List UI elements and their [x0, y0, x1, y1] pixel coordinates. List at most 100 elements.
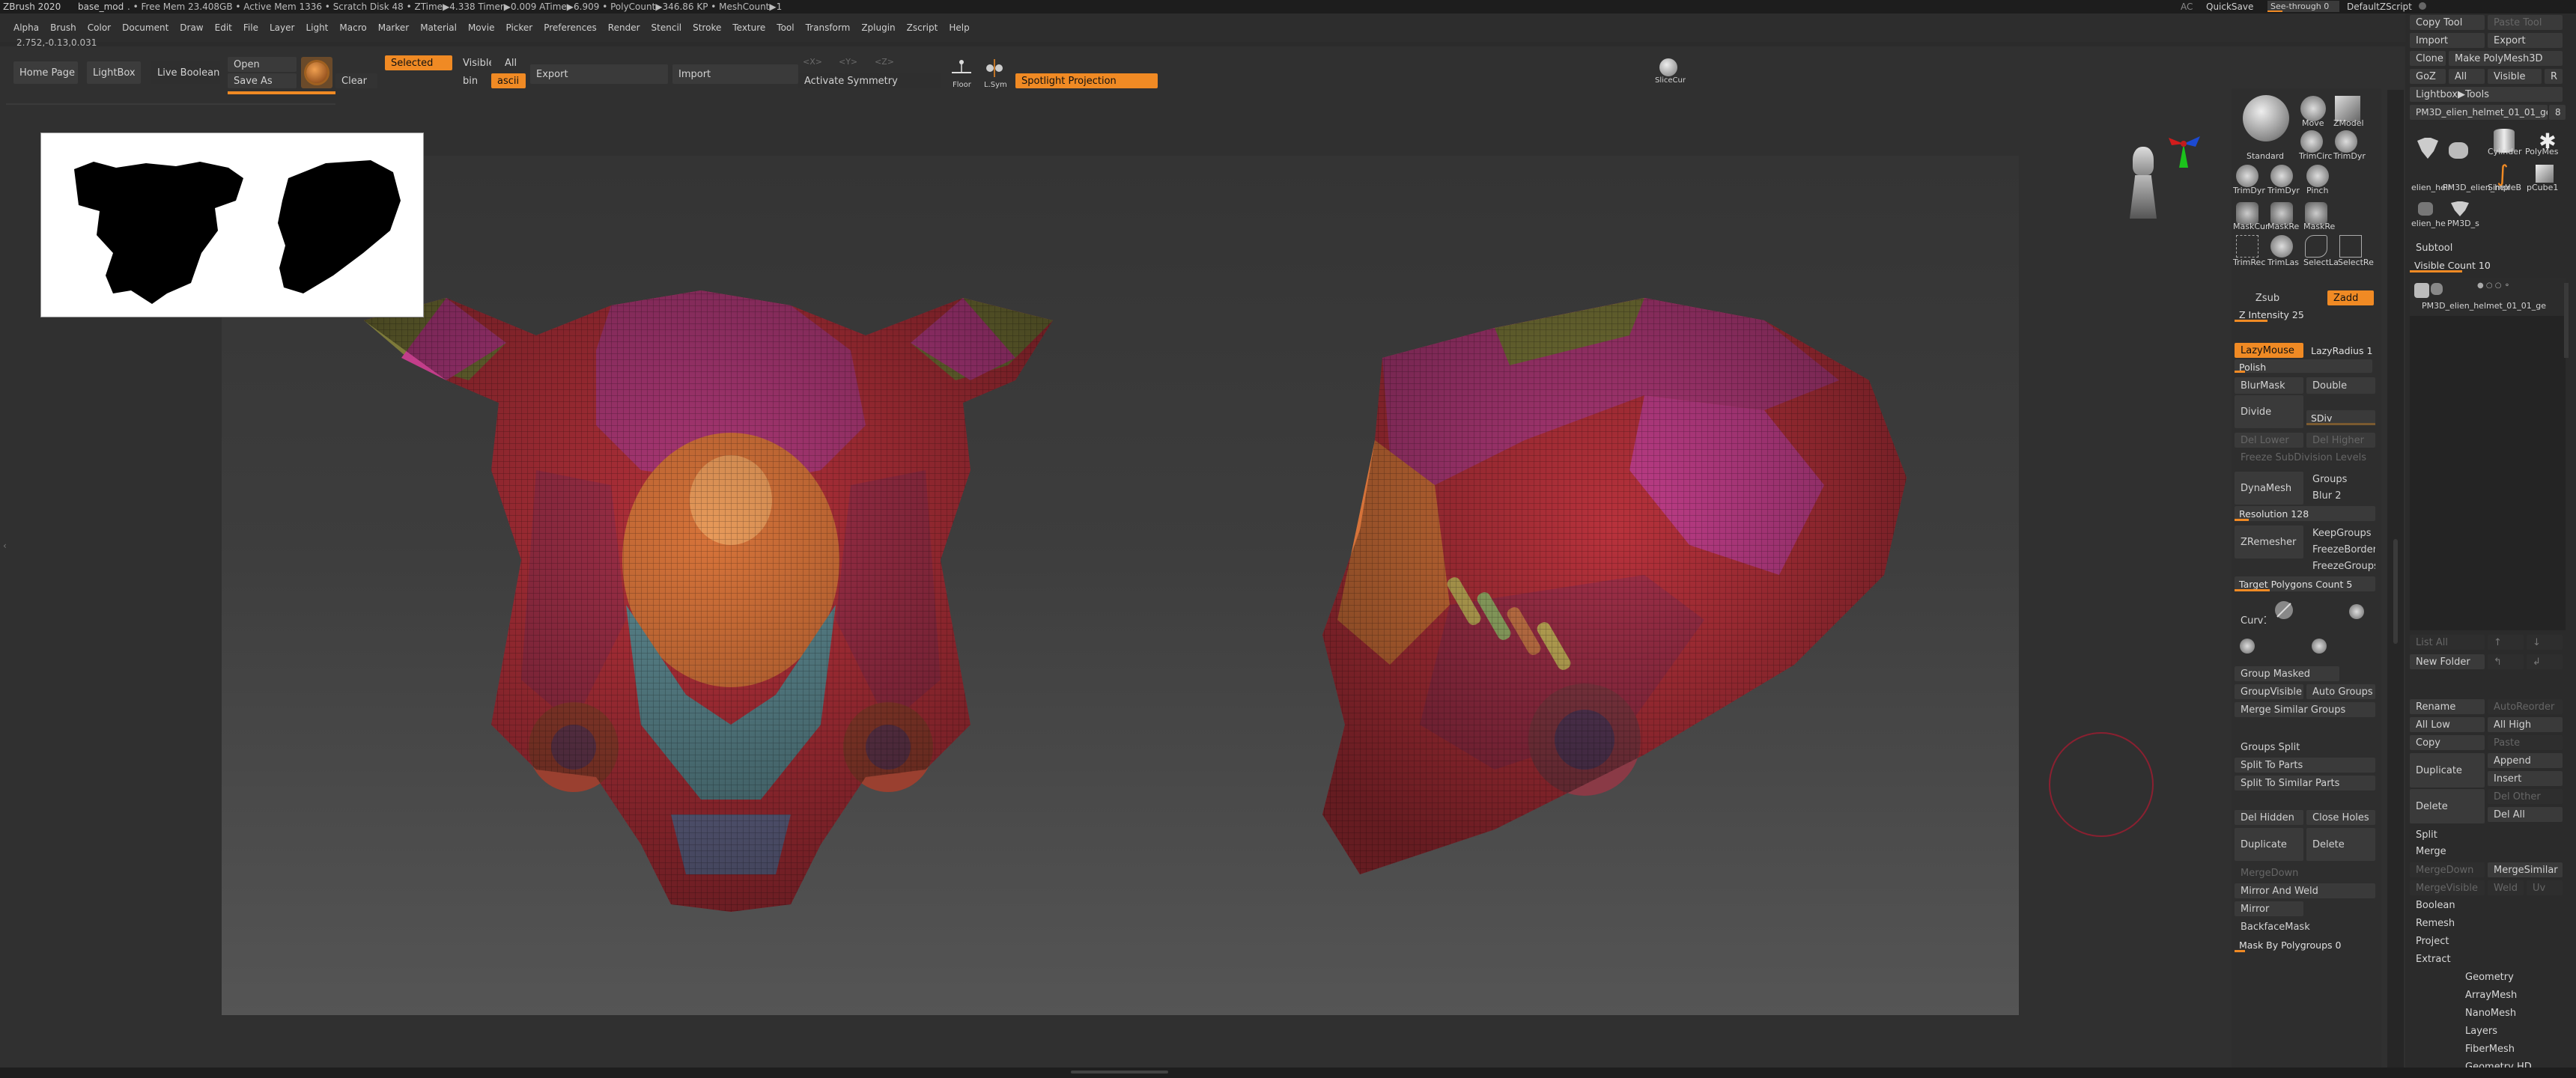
weld-toggle[interactable]: Weld [2488, 880, 2524, 895]
subtool-item[interactable]: ● ○ ○ ⚬ PM3D_elien_helmet_01_01_ge [2410, 278, 2566, 316]
selectlasso-brush-icon[interactable] [2305, 235, 2327, 258]
menu-item-stencil[interactable]: Stencil [651, 22, 682, 33]
curve-button[interactable]: Curv1 [2235, 605, 2266, 636]
all-toggle[interactable]: All [499, 55, 526, 70]
keepgroups-toggle[interactable]: KeepGroups [2306, 526, 2375, 540]
menu-item-movie[interactable]: Movie [468, 22, 495, 33]
mask-by-polygroups-slider[interactable]: Mask By Polygroups 0 [2235, 937, 2375, 952]
duplicate-button[interactable]: Duplicate [2235, 828, 2303, 861]
visible-count-slider[interactable]: Visible Count 10 [2410, 258, 2563, 272]
arraymesh-section[interactable]: ArrayMesh [2465, 990, 2517, 1001]
trimlasso-brush-icon[interactable] [2270, 235, 2293, 258]
tray-scrollbar[interactable] [2387, 90, 2404, 1069]
mergesimilar-button[interactable]: MergeSimilar [2488, 862, 2563, 877]
menu-item-help[interactable]: Help [949, 22, 969, 33]
paste-subtool-button[interactable]: Paste [2488, 735, 2563, 750]
groupvisible-button[interactable]: GroupVisible [2235, 684, 2303, 699]
helmet-thumb-icon[interactable] [2413, 133, 2443, 163]
duplicate-subtool-button[interactable]: Duplicate [2410, 753, 2485, 788]
menu-item-light[interactable]: Light [306, 22, 328, 33]
del-lower-button[interactable]: Del Lower [2235, 433, 2303, 448]
sym-x-button[interactable]: <X> [803, 57, 822, 67]
subtool-list[interactable]: ● ○ ○ ⚬ PM3D_elien_helmet_01_01_ge [2410, 278, 2566, 630]
freezeborder-toggle[interactable]: FreezeBorder [2306, 542, 2375, 557]
save-as-button[interactable]: Save As [228, 73, 297, 88]
minimize-icon[interactable] [2419, 2, 2426, 10]
menu-item-preferences[interactable]: Preferences [544, 22, 597, 33]
import-button[interactable]: Import [672, 64, 798, 84]
freezegroups-toggle[interactable]: FreezeGroups [2306, 558, 2375, 573]
move-down-2-icon[interactable]: ↲ [2527, 654, 2563, 669]
trimdyn-brush-icon[interactable] [2335, 130, 2357, 153]
all-high-button[interactable]: All High [2488, 717, 2563, 732]
target-polygons-slider[interactable]: Target Polygons Count 5 [2235, 576, 2375, 591]
remesh-section[interactable]: Remesh [2416, 918, 2455, 929]
quicksave-button[interactable]: QuickSave [2206, 1, 2253, 12]
menu-item-zscript[interactable]: Zscript [907, 22, 938, 33]
double-button[interactable]: Double [2306, 377, 2375, 394]
make-polymesh3d-button[interactable]: Make PolyMesh3D [2449, 51, 2563, 66]
backfacemask-button[interactable]: BackfaceMask [2235, 919, 2339, 934]
menu-item-document[interactable]: Document [122, 22, 168, 33]
menu-item-alpha[interactable]: Alpha [13, 22, 39, 33]
trimcurve-brush-icon[interactable] [2300, 130, 2323, 153]
trimdyn2-brush-icon[interactable] [2236, 165, 2258, 187]
open-button[interactable]: Open [228, 57, 297, 72]
sym-z-button[interactable]: <Z> [875, 57, 894, 67]
trimrect-brush-icon[interactable] [2236, 235, 2258, 258]
menu-item-draw[interactable]: Draw [180, 22, 203, 33]
polish-slider[interactable]: Polish [2235, 359, 2372, 373]
dynamic-small-icon[interactable] [2306, 633, 2332, 659]
helmet-side-thumb-icon[interactable] [2446, 138, 2471, 163]
mirror-and-weld-button[interactable]: Mirror And Weld [2235, 883, 2375, 898]
move-up-icon[interactable]: ↑ [2488, 635, 2524, 650]
menu-item-macro[interactable]: Macro [339, 22, 366, 33]
navigation-head-icon[interactable] [2127, 147, 2157, 222]
live-boolean-button[interactable]: Live Boolean [151, 61, 220, 84]
merge-section[interactable]: Merge [2416, 846, 2446, 857]
dynamesh-button[interactable]: DynaMesh [2235, 472, 2303, 505]
lazymouse-button[interactable]: LazyMouse [2235, 343, 2303, 358]
standard-brush-icon[interactable] [2241, 93, 2291, 144]
menu-item-layer[interactable]: Layer [270, 22, 294, 33]
mirror-small-icon[interactable] [2235, 633, 2260, 659]
paste-tool-button[interactable]: Paste Tool [2488, 15, 2563, 30]
default-zscript-button[interactable]: DefaultZScript [2347, 1, 2412, 12]
split-to-similar-parts-button[interactable]: Split To Similar Parts [2235, 776, 2375, 791]
menu-item-color[interactable]: Color [88, 22, 111, 33]
resolution-slider[interactable]: Resolution 128 [2235, 506, 2375, 521]
append-button[interactable]: Append [2488, 753, 2563, 768]
subtool-scroll-thumb[interactable] [2564, 283, 2569, 358]
goz-all-button[interactable]: All [2449, 69, 2485, 84]
menu-item-edit[interactable]: Edit [215, 22, 232, 33]
3d-viewport[interactable] [222, 156, 2019, 1015]
lightbox-button[interactable]: LightBox [87, 61, 141, 84]
zsub-button[interactable]: Zsub [2235, 290, 2300, 305]
copy-subtool-button[interactable]: Copy [2410, 735, 2485, 750]
menu-item-texture[interactable]: Texture [732, 22, 765, 33]
mergedown-button[interactable]: MergeDown [2235, 865, 2339, 880]
small-pm3d-thumb-icon[interactable] [2447, 198, 2473, 220]
subtool-eye-icon[interactable]: ● ○ ○ ⚬ [2477, 281, 2510, 290]
move-down-icon[interactable]: ↓ [2527, 635, 2563, 650]
spotlight-projection-button[interactable]: Spotlight Projection [1015, 73, 1158, 88]
list-all-button[interactable]: List All [2410, 635, 2485, 650]
lazyradius-slider[interactable]: LazyRadius 1 [2306, 343, 2375, 358]
zremesher-button[interactable]: ZRemesher [2235, 526, 2303, 558]
subtool-header[interactable]: Subtool [2416, 243, 2452, 254]
menu-item-material[interactable]: Material [420, 22, 457, 33]
zadd-button[interactable]: Zadd [2327, 290, 2374, 305]
move-brush-icon[interactable] [2300, 96, 2326, 121]
subtool-mergedown-button[interactable]: MergeDown [2410, 862, 2485, 877]
close-holes-button[interactable]: Close Holes [2306, 810, 2375, 825]
menu-item-zplugin[interactable]: Zplugin [861, 22, 895, 33]
nanomesh-section[interactable]: NanoMesh [2465, 1008, 2516, 1019]
geometry-section[interactable]: Geometry [2465, 972, 2514, 983]
delete-subtool-button[interactable]: Delete [2410, 789, 2485, 823]
menu-item-stroke[interactable]: Stroke [693, 22, 721, 33]
layers-section[interactable]: Layers [2465, 1026, 2497, 1037]
selectrect-brush-icon[interactable] [2339, 235, 2362, 258]
menu-item-brush[interactable]: Brush [50, 22, 76, 33]
see-through-slider[interactable]: See-through 0 [2267, 1, 2339, 12]
mirror-button[interactable]: Mirror [2235, 901, 2303, 916]
